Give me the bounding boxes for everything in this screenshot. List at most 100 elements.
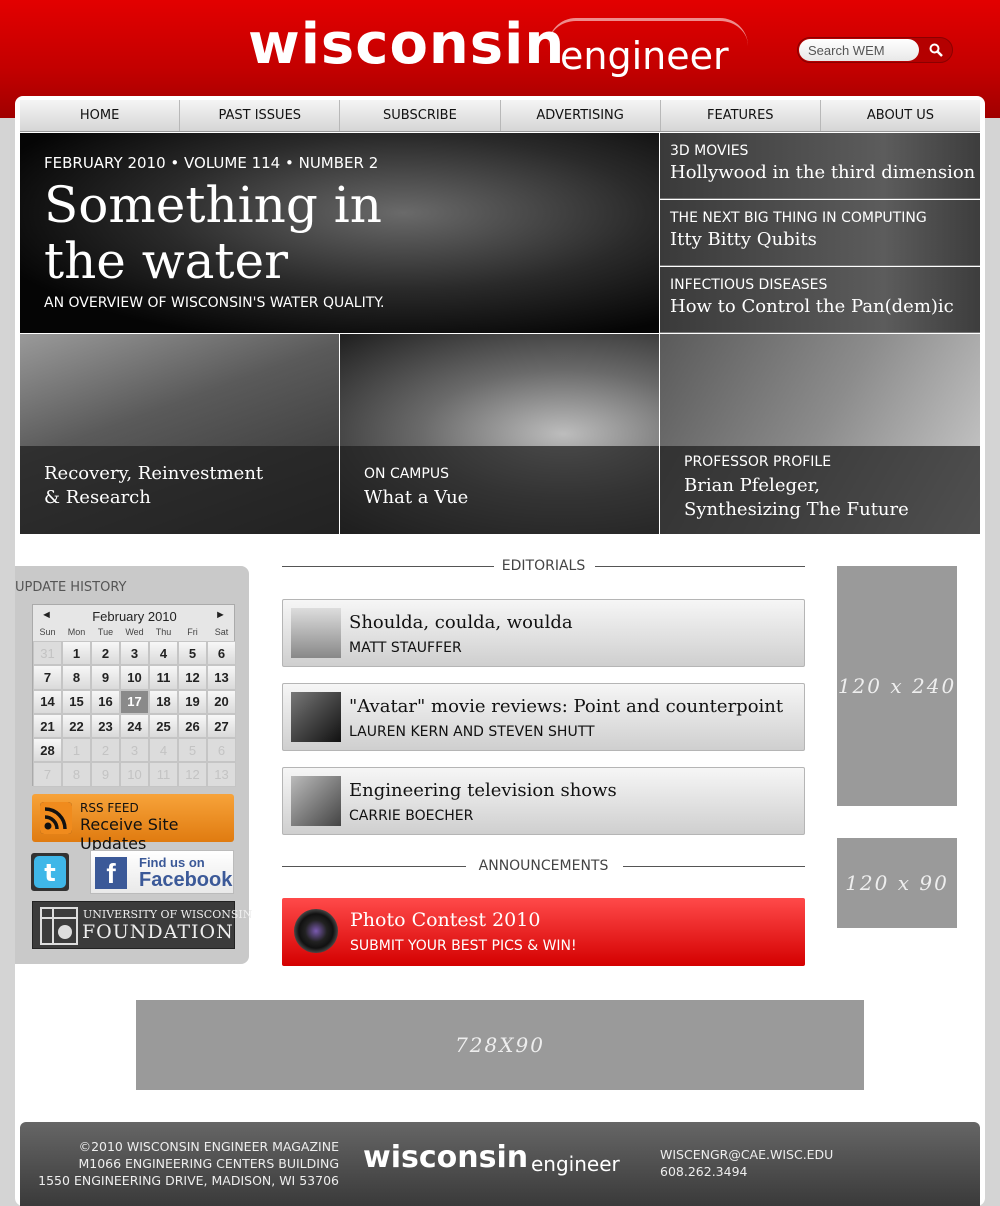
calendar-day[interactable]: 28 xyxy=(33,738,62,763)
calendar-day[interactable]: 14 xyxy=(33,689,62,714)
nav-advertising[interactable]: ADVERTISING xyxy=(501,100,661,131)
calendar-day[interactable]: 10 xyxy=(120,665,149,690)
story-title-line[interactable]: Recovery, Reinvestment xyxy=(44,462,263,486)
calendar-day[interactable]: 8 xyxy=(62,762,91,787)
calendar-day[interactable]: 5 xyxy=(178,641,207,666)
calendar-day[interactable]: 11 xyxy=(149,665,178,690)
calendar-day[interactable]: 16 xyxy=(91,689,120,714)
calendar-day[interactable]: 3 xyxy=(120,641,149,666)
editorials-heading: EDITORIALS xyxy=(282,558,805,576)
calendar-day[interactable]: 12 xyxy=(178,762,207,787)
nav-subscribe[interactable]: SUBSCRIBE xyxy=(340,100,501,131)
search-box xyxy=(797,37,953,63)
side-story[interactable]: THE NEXT BIG THING IN COMPUTING Itty Bit… xyxy=(660,200,980,266)
author-photo xyxy=(291,776,341,826)
footer-logo[interactable]: wisconsin engineer xyxy=(363,1140,633,1184)
calendar-day[interactable]: 4 xyxy=(149,738,178,763)
editorial-item[interactable]: Engineering television shows CARRIE BOEC… xyxy=(282,767,805,835)
ad-small[interactable]: 120 x 90 xyxy=(837,838,957,928)
side-story[interactable]: INFECTIOUS DISEASES How to Control the P… xyxy=(660,267,980,333)
photo-caption: Recovery, Reinvestment & Research xyxy=(20,446,339,534)
ad-banner[interactable]: 728X90 xyxy=(136,1000,864,1090)
calendar-day[interactable]: 7 xyxy=(33,762,62,787)
calendar-day[interactable]: 5 xyxy=(178,738,207,763)
footer-copyright: ©2010 WISCONSIN ENGINEER MAGAZINE xyxy=(78,1139,339,1154)
ad-skyscraper[interactable]: 120 x 240 xyxy=(837,566,957,806)
calendar-day[interactable]: 31 xyxy=(33,641,62,666)
footer-address-line: M1066 ENGINEERING CENTERS BUILDING xyxy=(78,1156,339,1171)
nav-about-us[interactable]: ABOUT US xyxy=(821,100,980,131)
calendar-day[interactable]: 17 xyxy=(120,689,149,714)
calendar-day[interactable]: 1 xyxy=(62,738,91,763)
uw-foundation-icon xyxy=(40,907,78,945)
announcement-item[interactable]: Photo Contest 2010 SUBMIT YOUR BEST PICS… xyxy=(282,898,805,966)
calendar-next-button[interactable]: ► xyxy=(215,609,226,621)
side-story[interactable]: 3D MOVIES Hollywood in the third dimensi… xyxy=(660,133,980,199)
story-title-line[interactable]: Synthesizing The Future xyxy=(684,498,909,522)
calendar-day[interactable]: 22 xyxy=(62,713,91,739)
editorial-title[interactable]: Shoulda, coulda, woulda xyxy=(349,612,573,633)
calendar-day[interactable]: 26 xyxy=(178,713,207,739)
rss-feed-button[interactable]: RSS FEED Receive Site Updates xyxy=(32,794,234,853)
hero-title[interactable]: Something in the water xyxy=(44,177,464,289)
editorial-item[interactable]: "Avatar" movie reviews: Point and counte… xyxy=(282,683,805,751)
calendar-day[interactable]: 24 xyxy=(120,713,149,739)
author-photo xyxy=(291,692,341,742)
nav-features[interactable]: FEATURES xyxy=(661,100,821,131)
editorial-title[interactable]: Engineering television shows xyxy=(349,780,617,801)
photo-story[interactable]: PROFESSOR PROFILE Brian Pfeleger, Synthe… xyxy=(660,334,980,534)
calendar-day[interactable]: 13 xyxy=(207,762,236,787)
editorial-author: MATT STAUFFER xyxy=(349,640,462,656)
calendar-day[interactable]: 8 xyxy=(62,665,91,690)
nav-past-issues[interactable]: PAST ISSUES xyxy=(180,100,341,131)
calendar-day[interactable]: 9 xyxy=(91,665,120,690)
footer-email-link[interactable]: WISCENGR@CAE.WISC.EDU xyxy=(660,1146,833,1163)
calendar-day[interactable]: 2 xyxy=(91,738,120,763)
story-title[interactable]: How to Control the Pan(dem)ic xyxy=(670,296,954,317)
story-title-line[interactable]: Brian Pfeleger, xyxy=(684,474,820,498)
calendar-day[interactable]: 6 xyxy=(207,738,236,763)
calendar-day[interactable]: 20 xyxy=(207,689,236,714)
editorial-title[interactable]: "Avatar" movie reviews: Point and counte… xyxy=(349,696,783,717)
editorial-item[interactable]: Shoulda, coulda, woulda MATT STAUFFER xyxy=(282,599,805,667)
nav-home[interactable]: HOME xyxy=(20,100,181,131)
uw-foundation-link[interactable]: UNIVERSITY OF WISCONSIN FOUNDATION xyxy=(32,901,252,949)
calendar-day[interactable]: 6 xyxy=(207,641,236,666)
calendar-day[interactable]: 12 xyxy=(178,665,207,690)
twitter-button[interactable]: t xyxy=(31,853,69,891)
calendar-day[interactable]: 11 xyxy=(149,762,178,787)
story-title-line[interactable]: What a Vue xyxy=(364,486,468,510)
facebook-button[interactable]: f Find us on Facebook xyxy=(90,850,234,894)
calendar-day[interactable]: 10 xyxy=(120,762,149,787)
calendar-day[interactable]: 1 xyxy=(62,641,91,666)
calendar-day[interactable]: 27 xyxy=(207,713,236,739)
calendar-day[interactable]: 7 xyxy=(33,665,62,690)
calendar-day[interactable]: 9 xyxy=(91,762,120,787)
calendar-day[interactable]: 13 xyxy=(207,665,236,690)
search-input[interactable] xyxy=(799,39,919,61)
announcement-title[interactable]: Photo Contest 2010 xyxy=(350,909,540,931)
rss-icon xyxy=(40,802,72,834)
photo-story[interactable]: Recovery, Reinvestment & Research xyxy=(20,334,339,534)
search-button[interactable] xyxy=(922,40,950,60)
calendar-day[interactable]: 4 xyxy=(149,641,178,666)
story-kicker: ON CAMPUS xyxy=(364,466,449,482)
photo-story[interactable]: ON CAMPUS What a Vue xyxy=(340,334,659,534)
calendar-day[interactable]: 19 xyxy=(178,689,207,714)
twitter-icon: t xyxy=(34,856,66,888)
calendar-day[interactable]: 3 xyxy=(120,738,149,763)
search-icon xyxy=(929,43,943,57)
calendar-grid: 31 1 2 3 4 5 6 7 8 9 10 11 12 13 14 15 16 17 18 19 20 21 22 23 2… xyxy=(33,641,236,787)
calendar-day[interactable]: 2 xyxy=(91,641,120,666)
calendar-day[interactable]: 18 xyxy=(149,689,178,714)
calendar-day[interactable]: 25 xyxy=(149,713,178,739)
weekday-label: Mon xyxy=(67,627,86,637)
story-title-line[interactable]: & Research xyxy=(44,486,151,510)
story-title[interactable]: Hollywood in the third dimension xyxy=(670,162,975,183)
photo-caption: ON CAMPUS What a Vue xyxy=(340,446,659,534)
calendar-day[interactable]: 23 xyxy=(91,713,120,739)
hero-feature[interactable]: FEBRUARY 2010 • VOLUME 114 • NUMBER 2 So… xyxy=(20,133,659,333)
calendar-day[interactable]: 21 xyxy=(33,713,62,739)
calendar-day[interactable]: 15 xyxy=(62,689,91,714)
story-title[interactable]: Itty Bitty Qubits xyxy=(670,229,817,250)
